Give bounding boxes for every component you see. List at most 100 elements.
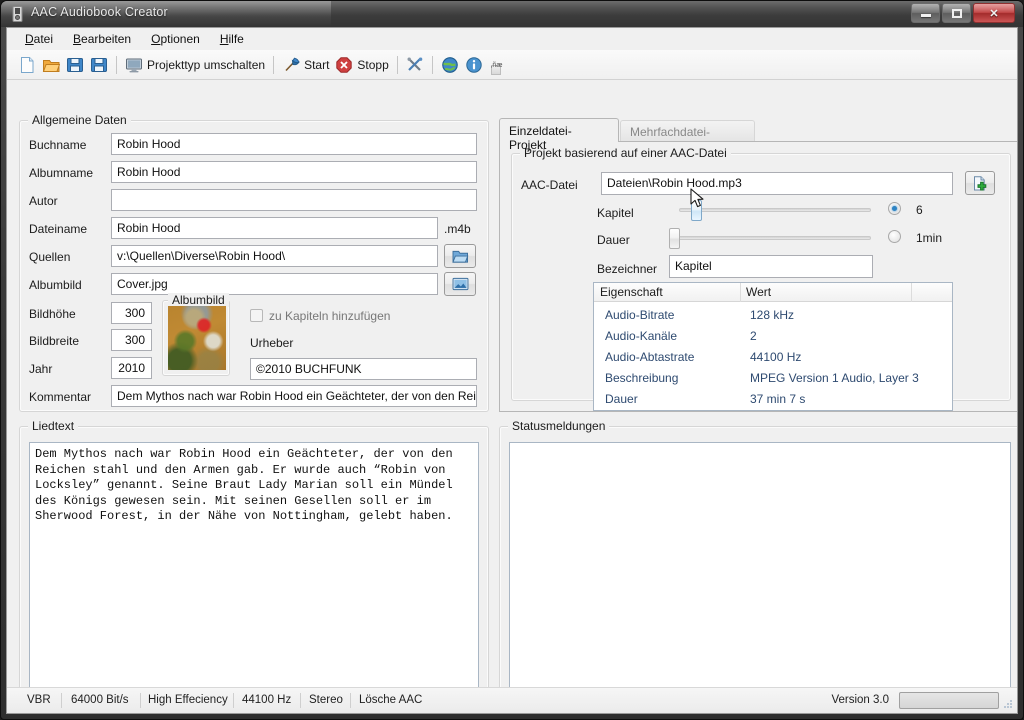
tab-einzeldatei-projekt[interactable]: Einzeldatei-Projekt bbox=[499, 118, 619, 142]
save-disk-icon bbox=[66, 56, 84, 74]
add-file-icon bbox=[972, 176, 988, 191]
status-bar: VBR 64000 Bit/s High Effeciency 44100 Hz… bbox=[7, 687, 1017, 713]
label-bildhoehe: Bildhöhe bbox=[29, 307, 76, 321]
albumbild-input[interactable]: Cover.jpg bbox=[111, 273, 438, 295]
minimize-button[interactable] bbox=[911, 3, 940, 23]
grid-cell-value: 128 kHz bbox=[750, 308, 794, 322]
lyrics-textarea[interactable]: Dem Mythos nach war Robin Hood ein Geäch… bbox=[29, 442, 479, 688]
statusbar-sep-2 bbox=[140, 693, 141, 708]
project-group-title: Projekt basierend auf einer AAC-Datei bbox=[520, 146, 731, 160]
audio-properties-grid[interactable]: Eigenschaft Wert Audio-Bitrate 128 kHz A… bbox=[593, 282, 953, 411]
stop-label: Stopp bbox=[357, 58, 388, 72]
add-to-chapters-label: zu Kapiteln hinzufügen bbox=[269, 309, 390, 323]
bildbreite-input[interactable]: 300 bbox=[111, 329, 152, 351]
statusbar-version: Version 3.0 bbox=[831, 694, 889, 706]
grid-cell-value: 44100 Hz bbox=[750, 350, 801, 364]
browse-image-button[interactable] bbox=[444, 272, 476, 296]
save-as-project-button[interactable] bbox=[87, 52, 111, 78]
label-kommentar: Kommentar bbox=[29, 390, 91, 404]
browse-sources-button[interactable] bbox=[444, 244, 476, 268]
chapter-slider-track[interactable] bbox=[679, 208, 871, 212]
table-row[interactable]: Beschreibung MPEG Version 1 Audio, Layer… bbox=[594, 368, 952, 389]
table-row[interactable]: Audio-Kanäle 2 bbox=[594, 326, 952, 347]
dateiname-input[interactable]: Robin Hood bbox=[111, 217, 438, 239]
new-project-button[interactable] bbox=[15, 52, 39, 78]
toolbar-overflow-button[interactable] bbox=[489, 52, 501, 78]
start-button[interactable]: Start bbox=[279, 52, 332, 78]
toggle-project-type-label: Projekttyp umschalten bbox=[147, 58, 265, 72]
grid-cell-value: 37 min 7 s bbox=[750, 392, 805, 406]
stop-button[interactable]: Stopp bbox=[332, 52, 391, 78]
globe-icon bbox=[441, 56, 459, 74]
urheber-input[interactable]: ©2010 BUCHFUNK bbox=[250, 358, 477, 380]
cover-group: Albumbild bbox=[162, 300, 230, 376]
chapter-slider-thumb[interactable] bbox=[691, 200, 702, 221]
general-data-title: Allgemeine Daten bbox=[28, 113, 131, 127]
label-albumbild: Albumbild bbox=[29, 278, 82, 292]
grid-cell-property: Audio-Bitrate bbox=[605, 308, 674, 322]
tools-icon bbox=[406, 56, 424, 74]
statusbar-item-profile: High Effeciency bbox=[148, 694, 228, 706]
application-window: AAC Audiobook Creator ✕ DDateiatei Bearb… bbox=[0, 0, 1024, 720]
toolbar-separator-3 bbox=[397, 56, 398, 74]
close-icon: ✕ bbox=[974, 4, 1014, 22]
table-row[interactable]: Audio-Abtastrate 44100 Hz bbox=[594, 347, 952, 368]
duration-slider[interactable] bbox=[669, 228, 871, 250]
grid-col-wert[interactable]: Wert bbox=[746, 285, 771, 299]
buchname-input[interactable]: Robin Hood bbox=[111, 133, 477, 155]
add-to-chapters-checkbox[interactable] bbox=[250, 309, 263, 322]
duration-slider-thumb[interactable] bbox=[669, 228, 680, 249]
bezeichner-input[interactable]: Kapitel bbox=[669, 255, 873, 278]
grid-col-eigenschaft[interactable]: Eigenschaft bbox=[600, 285, 663, 299]
stop-sign-icon bbox=[335, 56, 353, 74]
chapter-radio[interactable] bbox=[888, 202, 901, 215]
add-file-button[interactable] bbox=[965, 171, 995, 195]
table-row[interactable]: Dauer 37 min 7 s bbox=[594, 389, 952, 410]
open-folder-icon bbox=[42, 56, 60, 74]
grid-col-sep-2[interactable] bbox=[911, 283, 912, 302]
menu-hilfe[interactable]: Hilfe bbox=[210, 30, 254, 48]
extension-suffix-label: .m4b bbox=[444, 222, 471, 236]
resize-grip-icon[interactable] bbox=[1001, 697, 1014, 710]
monitor-icon bbox=[125, 56, 143, 74]
duration-slider-track[interactable] bbox=[675, 236, 871, 240]
chapter-value-label: 6 bbox=[916, 203, 923, 217]
menu-bearbeiten[interactable]: Bearbeiten bbox=[63, 30, 141, 48]
picture-icon bbox=[452, 277, 469, 291]
title-bar[interactable]: AAC Audiobook Creator ✕ bbox=[1, 1, 1023, 27]
close-button[interactable]: ✕ bbox=[973, 3, 1015, 23]
save-project-button[interactable] bbox=[63, 52, 87, 78]
tab-mehrfachdatei-projekt[interactable]: Mehrfachdatei-Projekt bbox=[620, 120, 755, 142]
jahr-input[interactable]: 2010 bbox=[111, 357, 152, 379]
table-row[interactable]: Audio-Bitrate 128 kHz bbox=[594, 305, 952, 326]
albumname-input[interactable]: Robin Hood bbox=[111, 161, 477, 183]
duration-radio[interactable] bbox=[888, 230, 901, 243]
project-tabstrip: Einzeldatei-Projekt Mehrfachdatei-Projek… bbox=[499, 118, 1018, 142]
client-area: DDateiatei Bearbeiten Optionen Hilfe bbox=[6, 27, 1018, 714]
toggle-project-type-button[interactable]: Projekttyp umschalten bbox=[122, 52, 268, 78]
maximize-button[interactable] bbox=[942, 3, 971, 23]
web-button[interactable] bbox=[438, 52, 462, 78]
label-autor: Autor bbox=[29, 194, 58, 208]
bildhoehe-input[interactable]: 300 bbox=[111, 302, 152, 324]
open-project-button[interactable] bbox=[39, 52, 63, 78]
label-dauer: Dauer bbox=[597, 233, 630, 247]
tools-button[interactable] bbox=[403, 52, 427, 78]
menu-optionen[interactable]: Optionen bbox=[141, 30, 210, 48]
aac-datei-input[interactable]: Dateien\Robin Hood.mp3 bbox=[601, 172, 953, 195]
maximize-icon bbox=[943, 4, 970, 22]
menu-datei[interactable]: DDateiatei bbox=[15, 30, 63, 48]
save-as-disk-icon bbox=[90, 56, 108, 74]
statusbar-item-bitrate: 64000 Bit/s bbox=[71, 694, 129, 706]
grid-col-sep-1[interactable] bbox=[740, 283, 741, 302]
status-messages-textarea[interactable] bbox=[509, 442, 1011, 688]
kommentar-input[interactable]: Dem Mythos nach war Robin Hood ein Geäch… bbox=[111, 385, 477, 407]
autor-input[interactable] bbox=[111, 189, 477, 211]
album-cover-thumbnail[interactable] bbox=[168, 306, 226, 370]
open-folder-icon bbox=[452, 249, 469, 264]
statusbar-sep-3 bbox=[233, 693, 234, 708]
info-button[interactable] bbox=[462, 52, 486, 78]
chapter-slider[interactable] bbox=[679, 200, 871, 222]
quellen-input[interactable]: v:\Quellen\Diverse\Robin Hood\ bbox=[111, 245, 438, 267]
statusbar-sep-1 bbox=[61, 693, 62, 708]
